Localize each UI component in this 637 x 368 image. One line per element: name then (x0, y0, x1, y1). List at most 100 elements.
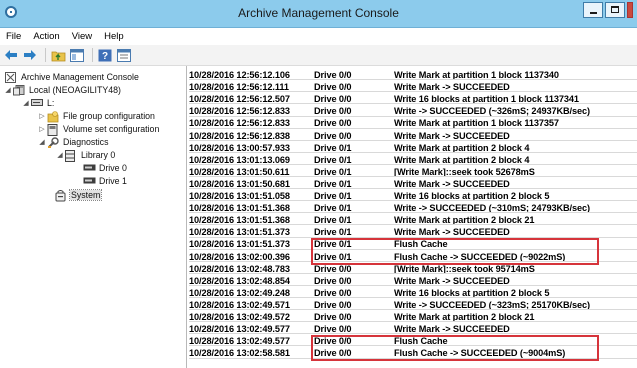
log-row[interactable]: 10/28/2016 13:01:50.681 Drive 0/1 Write Ma… (187, 179, 637, 190)
log-row[interactable]: 10/28/2016 13:02:49.572 Drive 0/0 Write Ma… (187, 312, 637, 323)
expand-arrow-icon[interactable]: ◢ (56, 151, 64, 159)
tree-node-file-group[interactable]: ▷ File group configuration (38, 110, 156, 122)
log-row[interactable]: 10/28/2016 13:01:51.368 Drive 0/1 Write ->… (187, 203, 637, 214)
log-pane[interactable]: 10/28/2016 12:56:12.106 Drive 0/0 Write Ma… (187, 66, 637, 368)
tape-drive-icon (83, 163, 96, 174)
row-divider (189, 115, 637, 117)
console-tree-icon[interactable] (69, 47, 85, 63)
tree-label-local: Local (NEOAGILITY48) (29, 85, 121, 95)
tree-node-system[interactable]: System (46, 189, 103, 201)
tree-node-diagnostics[interactable]: ◢ Diagnostics (38, 136, 109, 148)
row-divider (189, 321, 637, 323)
diagnostics-icon (47, 136, 59, 148)
log-row[interactable]: 10/28/2016 13:02:58.581 Drive 0/0 Flush Ca… (187, 348, 637, 359)
collapse-arrow-icon[interactable]: ▷ (38, 125, 46, 133)
collapse-arrow-icon[interactable]: ▷ (38, 112, 46, 120)
tree-node-drive1[interactable]: Drive 1 (74, 175, 128, 187)
row-divider (189, 272, 637, 274)
drive-icon (31, 98, 43, 109)
tree-node-library[interactable]: ◢ Library 0 (56, 149, 116, 162)
row-divider (189, 163, 637, 165)
system-icon (55, 189, 67, 201)
log-row[interactable]: 10/28/2016 13:01:51.373 Drive 0/1 Write Ma… (187, 227, 637, 238)
back-arrow-icon[interactable] (3, 47, 19, 63)
library-icon (65, 149, 77, 162)
window-controls (581, 2, 633, 20)
tree-label-drive-l: L: (47, 98, 55, 108)
log-row[interactable]: 10/28/2016 12:56:12.838 Drive 0/0 Write Ma… (187, 131, 637, 141)
row-divider (189, 151, 637, 153)
menu-view[interactable]: View (66, 31, 98, 42)
log-row[interactable]: 10/28/2016 13:02:00.396 Drive 0/1 Flush Ca… (187, 252, 637, 262)
row-divider (189, 103, 637, 105)
tree-node-drive-l[interactable]: ◢ L: (22, 97, 55, 109)
maximize-button[interactable] (605, 2, 625, 18)
expand-arrow-icon[interactable]: ◢ (38, 138, 46, 146)
menu-help[interactable]: Help (98, 31, 130, 42)
log-row[interactable]: 10/28/2016 13:02:49.577 Drive 0/0 Write Ma… (187, 324, 637, 335)
log-row[interactable]: 10/28/2016 12:56:12.507 Drive 0/0 Write 16… (187, 94, 637, 105)
tree-label-volume-set: Volume set configuration (63, 124, 160, 134)
row-divider (189, 333, 637, 335)
server-icon (13, 84, 25, 96)
tree-node-volume-set[interactable]: ▷ Volume set configuration (38, 123, 160, 136)
toolbar-separator (92, 48, 93, 62)
expand-arrow-icon[interactable]: ◢ (22, 99, 30, 107)
log-row[interactable]: 10/28/2016 12:56:12.833 Drive 0/0 Write ->… (187, 106, 637, 117)
row-divider (189, 357, 637, 359)
row-divider (189, 176, 637, 178)
properties-icon[interactable] (116, 47, 132, 63)
expand-arrow-icon[interactable]: ◢ (4, 86, 12, 94)
tree-node-drive0[interactable]: Drive 0 (74, 162, 128, 174)
close-button[interactable] (627, 2, 633, 18)
log-row[interactable]: 10/28/2016 13:02:49.577 Drive 0/0 Flush Ca… (187, 336, 637, 347)
console-tree-pane[interactable]: Archive Management Console ◢ Local (NEOA… (0, 66, 187, 368)
log-row[interactable]: 10/28/2016 12:56:12.833 Drive 0/0 Write Ma… (187, 118, 637, 129)
tree-label-root: Archive Management Console (21, 72, 139, 82)
log-row[interactable]: 10/28/2016 13:02:49.571 Drive 0/0 Write ->… (187, 300, 637, 311)
row-divider (189, 224, 637, 226)
row-divider (189, 236, 637, 238)
row-divider (189, 127, 637, 129)
row-divider (189, 345, 637, 347)
log-row[interactable]: 10/28/2016 13:02:49.248 Drive 0/0 Write 16… (187, 288, 637, 299)
tree-label-system: System (68, 189, 103, 201)
log-row[interactable]: 10/28/2016 13:01:51.368 Drive 0/1 Write Ma… (187, 215, 637, 226)
row-divider (189, 260, 637, 262)
log-row[interactable]: 10/28/2016 12:56:12.106 Drive 0/0 Write Ma… (187, 70, 637, 81)
folder-up-icon[interactable] (50, 47, 66, 63)
tree-label-library: Library 0 (81, 150, 116, 160)
tree-node-local[interactable]: ◢ Local (NEOAGILITY48) (4, 84, 122, 96)
log-row[interactable]: 10/28/2016 13:00:57.933 Drive 0/1 Write Ma… (187, 143, 637, 153)
log-row[interactable]: 10/28/2016 13:01:51.373 Drive 0/1 Flush Ca… (187, 239, 637, 250)
tree-node-root[interactable]: Archive Management Console (4, 71, 140, 83)
log-row[interactable]: 10/28/2016 13:02:48.854 Drive 0/0 Write Ma… (187, 276, 637, 286)
log-row[interactable]: 10/28/2016 12:56:12.111 Drive 0/0 Write Ma… (187, 82, 637, 93)
log-row[interactable]: 10/28/2016 13:01:13.069 Drive 0/1 Write Ma… (187, 155, 637, 165)
toolbar-separator (45, 48, 46, 62)
help-icon[interactable]: ? (97, 47, 113, 63)
menu-bar: File Action View Help (0, 28, 637, 44)
row-divider (189, 200, 637, 202)
log-row[interactable]: 10/28/2016 13:01:50.611 Drive 0/1 [Write M… (187, 167, 637, 178)
tree-label-drive1: Drive 1 (99, 176, 127, 186)
file-group-icon (47, 110, 59, 122)
forward-arrow-icon[interactable] (22, 47, 38, 63)
volume-set-icon (47, 123, 59, 136)
row-divider (189, 309, 637, 311)
row-divider (189, 284, 637, 286)
toolbar: ? (0, 45, 637, 66)
minimize-button[interactable] (583, 2, 603, 18)
log-row[interactable]: 10/28/2016 13:01:51.058 Drive 0/1 Write 16… (187, 191, 637, 202)
tree-label-file-group: File group configuration (63, 111, 155, 121)
row-divider (189, 188, 637, 190)
tree-label-drive0: Drive 0 (99, 163, 127, 173)
svg-text:?: ? (102, 51, 108, 62)
menu-action[interactable]: Action (27, 31, 65, 42)
log-row[interactable]: 10/28/2016 13:02:48.783 Drive 0/0 [Write M… (187, 264, 637, 274)
row-divider (189, 139, 637, 141)
title-bar[interactable]: Archive Management Console (0, 0, 637, 28)
menu-file[interactable]: File (0, 31, 27, 42)
tree-label-diagnostics: Diagnostics (63, 137, 109, 147)
row-divider (189, 79, 637, 81)
